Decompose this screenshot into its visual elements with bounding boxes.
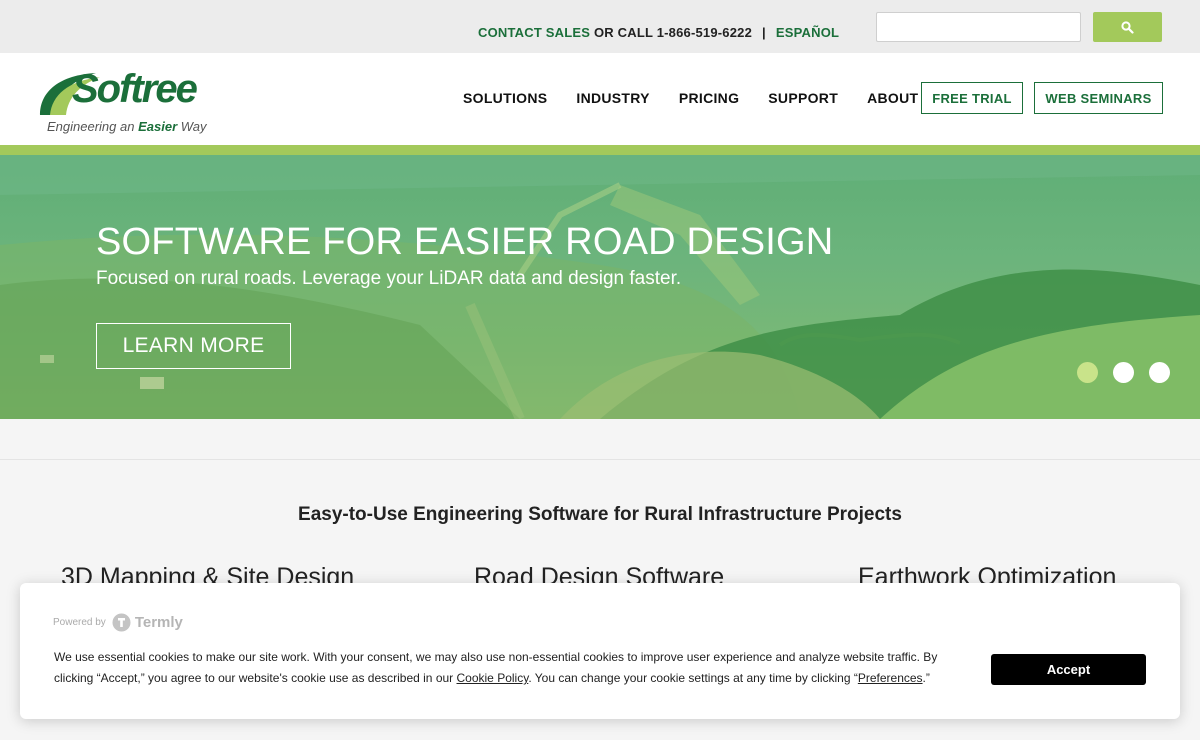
cookie-text-2: . You can change your cookie settings at… xyxy=(528,671,858,685)
cookie-consent-banner: Powered by Termly We use essential cooki… xyxy=(20,583,1180,719)
search-icon xyxy=(1121,20,1134,34)
cookie-message: We use essential cookies to make our sit… xyxy=(54,647,954,689)
hero-title: SOFTWARE FOR EASIER ROAD DESIGN xyxy=(96,221,834,263)
nav-solutions[interactable]: SOLUTIONS xyxy=(463,90,547,106)
accept-cookies-button[interactable]: Accept xyxy=(991,654,1146,685)
preferences-link[interactable]: Preferences xyxy=(858,671,923,685)
hero-slider: SOFTWARE FOR EASIER ROAD DESIGN Focused … xyxy=(0,155,1200,419)
slider-dot-2[interactable] xyxy=(1113,362,1134,383)
section-divider xyxy=(0,459,1200,460)
powered-by-label: Powered by xyxy=(53,617,106,628)
slider-dot-1[interactable] xyxy=(1077,362,1098,383)
top-utility-bar: CONTACT SALES OR CALL 1-866-519-6222 | ESP… xyxy=(0,0,1200,53)
slider-dot-3[interactable] xyxy=(1149,362,1170,383)
logo-wordmark: Softree xyxy=(72,67,198,111)
call-number: OR CALL 1-866-519-6222 xyxy=(593,25,753,40)
hero-subtitle: Focused on rural roads. Leverage your Li… xyxy=(96,268,682,289)
section-title: Easy-to-Use Engineering Software for Rur… xyxy=(298,504,902,525)
powered-by-termly[interactable]: Powered by Termly xyxy=(53,613,183,632)
logo-tagline: Engineering an Easier Way xyxy=(47,119,207,134)
softree-logo[interactable]: Softree Engineering an Easier Way xyxy=(36,67,216,135)
header-accent-strip xyxy=(0,145,1200,155)
cookie-text-3: .” xyxy=(922,671,930,685)
separator: | xyxy=(762,25,766,40)
main-nav: SOLUTIONS INDUSTRY PRICING SUPPORT ABOUT xyxy=(463,90,947,106)
language-espanol-link[interactable]: ESPAÑOL xyxy=(776,25,839,40)
nav-industry[interactable]: INDUSTRY xyxy=(576,90,649,106)
termly-brand: Termly xyxy=(134,614,183,631)
search-input[interactable] xyxy=(876,12,1081,42)
nav-support[interactable]: SUPPORT xyxy=(768,90,838,106)
search-button[interactable] xyxy=(1093,12,1162,42)
termly-logo-icon xyxy=(112,613,131,632)
nav-about[interactable]: ABOUT xyxy=(867,90,918,106)
site-header: Softree Engineering an Easier Way SOLUTI… xyxy=(0,53,1200,145)
tagline-emphasis: Easier xyxy=(138,119,178,134)
cookie-policy-link[interactable]: Cookie Policy xyxy=(457,671,529,685)
nav-pricing[interactable]: PRICING xyxy=(679,90,739,106)
tagline-suffix: Way xyxy=(180,119,207,134)
contact-sales-link[interactable]: CONTACT SALES xyxy=(478,25,590,40)
web-seminars-button[interactable]: WEB SEMINARS xyxy=(1034,82,1163,114)
contact-line: CONTACT SALES OR CALL 1-866-519-6222 | ESP… xyxy=(478,25,839,40)
tagline-prefix: Engineering an xyxy=(47,119,135,134)
free-trial-button[interactable]: FREE TRIAL xyxy=(921,82,1023,114)
learn-more-button[interactable]: LEARN MORE xyxy=(96,323,291,369)
